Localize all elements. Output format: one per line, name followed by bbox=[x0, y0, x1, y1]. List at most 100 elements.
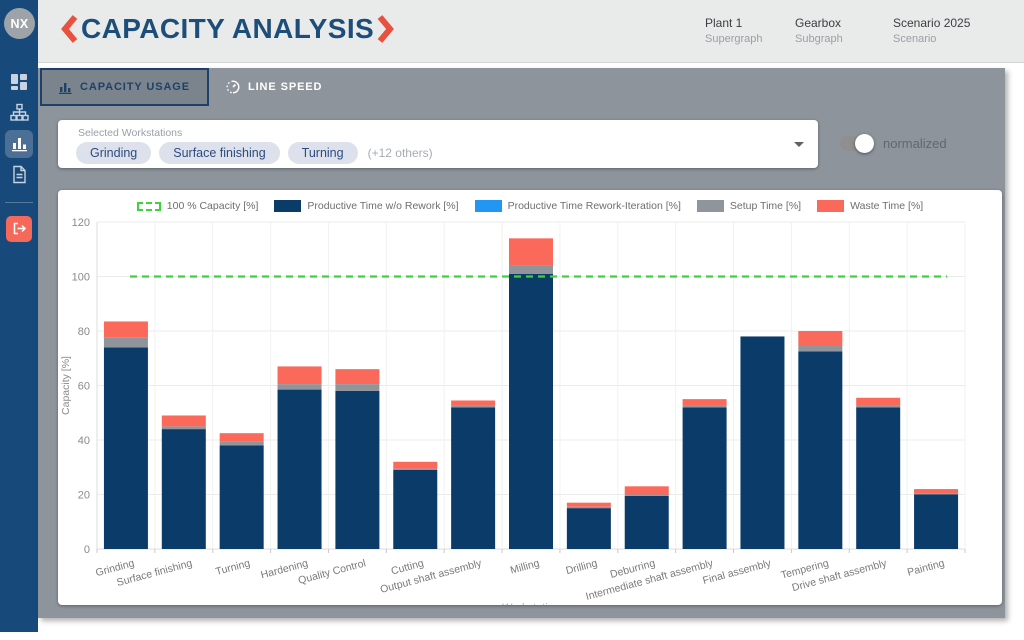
toggle-knob[interactable] bbox=[855, 134, 874, 153]
bar-segment[interactable] bbox=[914, 495, 958, 550]
bar-segment[interactable] bbox=[335, 384, 379, 391]
dropdown-caret-icon[interactable] bbox=[794, 142, 804, 147]
bar-segment[interactable] bbox=[798, 331, 842, 346]
legend-item[interactable]: Waste Time [%] bbox=[817, 200, 923, 212]
bar-segment[interactable] bbox=[856, 398, 900, 406]
sidebar-divider bbox=[5, 202, 33, 203]
normalized-toggle-group: normalized bbox=[840, 136, 947, 151]
bar-segment[interactable] bbox=[104, 321, 148, 337]
bar-segment[interactable] bbox=[509, 274, 553, 549]
normalized-toggle[interactable] bbox=[840, 136, 870, 151]
context-supergraph[interactable]: Plant 1 Supergraph bbox=[705, 16, 763, 45]
tab-capacity-usage-label: CAPACITY USAGE bbox=[80, 81, 190, 93]
speedometer-icon bbox=[226, 80, 240, 94]
bar-segment[interactable] bbox=[567, 507, 611, 508]
bar-segment[interactable] bbox=[335, 369, 379, 384]
legend-item[interactable]: 100 % Capacity [%] bbox=[137, 200, 259, 212]
y-tick-label: 120 bbox=[72, 217, 90, 229]
legend-item[interactable]: Productive Time w/o Rework [%] bbox=[274, 200, 458, 212]
bar-segment[interactable] bbox=[856, 407, 900, 549]
legend-item[interactable]: Setup Time [%] bbox=[697, 200, 801, 212]
context-scenario-value: Scenario 2025 bbox=[893, 16, 970, 30]
bar-segment[interactable] bbox=[335, 391, 379, 549]
workstation-chip[interactable]: Surface finishing bbox=[159, 142, 279, 164]
normalized-toggle-label: normalized bbox=[883, 136, 947, 151]
bar-segment[interactable] bbox=[278, 390, 322, 549]
bar-chart-icon bbox=[11, 135, 28, 152]
y-tick-label: 20 bbox=[78, 490, 90, 502]
bar-segment[interactable] bbox=[162, 415, 206, 426]
bar-segment[interactable] bbox=[220, 445, 264, 549]
bar-segment[interactable] bbox=[567, 508, 611, 549]
page-title: CAPACITY ANALYSIS bbox=[81, 13, 374, 45]
workstation-select-label: Selected Workstations bbox=[78, 127, 182, 139]
legend-label: Productive Time Rework-Iteration [%] bbox=[508, 200, 681, 212]
context-subgraph-label: Subgraph bbox=[795, 33, 843, 45]
bar-segment[interactable] bbox=[914, 489, 958, 493]
y-tick-label: 0 bbox=[84, 544, 90, 556]
bar-segment[interactable] bbox=[162, 426, 206, 429]
bar-segment[interactable] bbox=[393, 462, 437, 469]
bar-segment[interactable] bbox=[220, 433, 264, 441]
bar-segment[interactable] bbox=[278, 366, 322, 384]
y-tick-label: 100 bbox=[72, 272, 90, 284]
bar-segment[interactable] bbox=[509, 266, 553, 274]
capacity-stacked-bar-chart[interactable]: 020406080100120GrindingSurface finishing… bbox=[58, 190, 1002, 605]
sidebar-item-dashboard[interactable] bbox=[10, 66, 28, 97]
bar-segment[interactable] bbox=[683, 407, 727, 549]
bar-segment[interactable] bbox=[625, 486, 669, 494]
bar-segment[interactable] bbox=[393, 470, 437, 549]
bar-segment[interactable] bbox=[683, 399, 727, 406]
logout-button[interactable] bbox=[6, 216, 32, 242]
capacity-chart-card: 100 % Capacity [%] Productive Time w/o Re… bbox=[58, 190, 1002, 605]
dashboard-grid-icon bbox=[10, 73, 28, 91]
bar-segment[interactable] bbox=[451, 407, 495, 549]
bar-segment[interactable] bbox=[162, 429, 206, 549]
legend-label: Setup Time [%] bbox=[730, 200, 801, 212]
bar-segment[interactable] bbox=[104, 347, 148, 549]
sidebar-item-logout[interactable] bbox=[6, 213, 32, 244]
bar-segment[interactable] bbox=[798, 351, 842, 549]
bar-segment[interactable] bbox=[451, 406, 495, 407]
sitemap-tree-icon bbox=[10, 103, 29, 122]
bar-segment[interactable] bbox=[509, 238, 553, 265]
legend-label: Productive Time w/o Rework [%] bbox=[307, 200, 458, 212]
sidebar-item-hierarchy[interactable] bbox=[10, 97, 29, 128]
bar-segment[interactable] bbox=[740, 336, 784, 549]
x-category-label: Drilling bbox=[565, 557, 599, 577]
bar-segment[interactable] bbox=[856, 406, 900, 407]
legend-item[interactable]: Productive Time Rework-Iteration [%] bbox=[475, 200, 681, 212]
bar-segment[interactable] bbox=[393, 469, 437, 470]
workstation-chip[interactable]: Grinding bbox=[76, 142, 151, 164]
bar-segment[interactable] bbox=[683, 406, 727, 407]
tab-line-speed[interactable]: LINE SPEED bbox=[209, 68, 339, 106]
context-subgraph[interactable]: Gearbox Subgraph bbox=[795, 16, 843, 45]
context-scenario[interactable]: Scenario 2025 Scenario bbox=[893, 16, 970, 45]
context-scenario-label: Scenario bbox=[893, 33, 970, 45]
tab-capacity-usage[interactable]: CAPACITY USAGE bbox=[40, 68, 209, 106]
bar-segment[interactable] bbox=[451, 400, 495, 405]
bar-segment[interactable] bbox=[625, 495, 669, 496]
sidebar-item-capacity-analysis[interactable] bbox=[5, 128, 33, 159]
legend-label: Waste Time [%] bbox=[850, 200, 923, 212]
y-tick-label: 40 bbox=[78, 435, 90, 447]
active-nav-highlight bbox=[5, 130, 33, 158]
bar-chart-tab-icon bbox=[59, 81, 72, 94]
bar-segment[interactable] bbox=[220, 441, 264, 445]
bar-segment[interactable] bbox=[104, 338, 148, 348]
workstation-chip[interactable]: Turning bbox=[288, 142, 358, 164]
bar-segment[interactable] bbox=[798, 346, 842, 351]
workstation-select[interactable]: Selected Workstations Grinding Surface fi… bbox=[58, 120, 818, 168]
legend-swatch bbox=[697, 200, 724, 212]
bar-segment[interactable] bbox=[914, 493, 958, 494]
selected-chips: GrindingSurface finishingTurning(+12 oth… bbox=[76, 142, 433, 164]
context-supergraph-label: Supergraph bbox=[705, 33, 763, 45]
x-category-label: Milling bbox=[509, 557, 541, 576]
y-tick-label: 80 bbox=[78, 326, 90, 338]
tab-bar: CAPACITY USAGE LINE SPEED bbox=[40, 68, 339, 106]
sidebar-item-reports[interactable] bbox=[11, 159, 28, 190]
bar-segment[interactable] bbox=[567, 503, 611, 507]
app-logo[interactable]: NX bbox=[4, 8, 35, 39]
bar-segment[interactable] bbox=[625, 496, 669, 549]
bar-segment[interactable] bbox=[278, 384, 322, 389]
